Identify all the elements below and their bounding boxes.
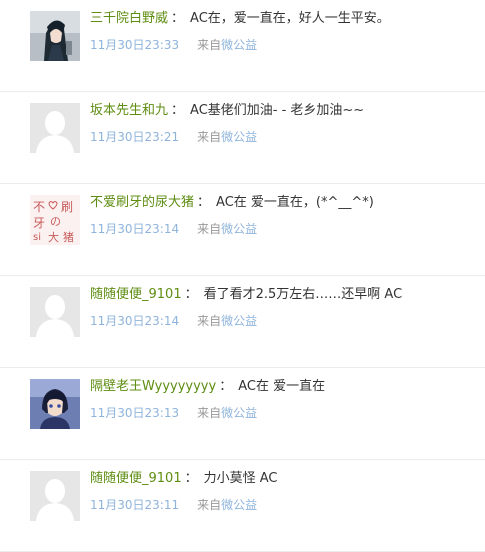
timestamp-link[interactable]: 11月30日23:33 (90, 38, 179, 52)
avatar-glyph: 牙 (33, 216, 45, 230)
comment-text: 看了看才2.5万左右……还早啊 AC (203, 287, 403, 302)
comment-item: 随随便便_9101： 力小莫怪 AC 11月30日23:11 来自微公益 (0, 460, 485, 552)
comment-line: 三千院白野威： AC在，爱一直在，好人一生平安。 (90, 10, 390, 28)
comment-meta: 11月30日23:13 来自微公益 (90, 405, 257, 421)
comment-text: 力小莫怪 AC (203, 471, 278, 486)
avatar[interactable]: 不 刷 牙 の si 大 猪 (30, 195, 80, 245)
comment-line: 不爱刷牙的尿大猪： AC在 爱一直在，(*^__^*) (90, 194, 374, 212)
source-prefix: 来自 (197, 38, 222, 52)
separator: ： (184, 471, 198, 486)
separator: ： (171, 11, 185, 26)
anime-boy-avatar-icon (30, 379, 80, 429)
anime-girl-avatar-icon (30, 11, 80, 61)
comment-item: 不 刷 牙 の si 大 猪 不爱刷牙的尿大猪： AC在 爱一直在，(*^__^*… (0, 184, 485, 276)
source-link[interactable]: 微公益 (221, 130, 257, 144)
comment-line: 随随便便_9101： 看了看才2.5万左右……还早啊 AC (90, 286, 402, 304)
comment-text: AC在 爱一直在 (238, 379, 326, 394)
avatar[interactable] (30, 11, 80, 61)
avatar-glyph: si (33, 232, 41, 243)
source-prefix: 来自 (197, 130, 222, 144)
timestamp-link[interactable]: 11月30日23:13 (90, 406, 179, 420)
comment-text: AC在，爱一直在，好人一生平安。 (190, 11, 390, 26)
avatar[interactable] (30, 471, 80, 521)
username-link[interactable]: 不爱刷牙的尿大猪 (90, 195, 194, 210)
avatar-glyph: 猪 (63, 231, 74, 244)
avatar-glyph: の (50, 215, 61, 228)
username-link[interactable]: 三千院白野威 (90, 11, 168, 26)
comment-line: 随随便便_9101： 力小莫怪 AC (90, 470, 277, 488)
timestamp-link[interactable]: 11月30日23:21 (90, 130, 179, 144)
source-link[interactable]: 微公益 (221, 222, 257, 236)
comment-meta: 11月30日23:14 来自微公益 (90, 313, 257, 329)
username-link[interactable]: 随随便便_9101 (90, 471, 182, 486)
comment-text: AC在 爱一直在，(*^__^*) (216, 195, 374, 210)
avatar-glyph: 不 (33, 200, 45, 214)
source-prefix: 来自 (197, 222, 222, 236)
separator: ： (197, 195, 211, 210)
comment-item: 坂本先生和九： AC基佬们加油- - 老乡加油~~ 11月30日23:21 来自微公… (0, 92, 485, 184)
source-prefix: 来自 (197, 498, 222, 512)
comment-item: 三千院白野威： AC在，爱一直在，好人一生平安。 11月30日23:33 来自微公益 (0, 0, 485, 92)
default-avatar-icon (30, 471, 80, 521)
comment-meta: 11月30日23:14 来自微公益 (90, 221, 257, 237)
comment-text: AC基佬们加油- - 老乡加油~~ (190, 103, 365, 118)
source-link[interactable]: 微公益 (221, 38, 257, 52)
avatar[interactable] (30, 287, 80, 337)
separator: ： (171, 103, 185, 118)
source-link[interactable]: 微公益 (221, 314, 257, 328)
timestamp-link[interactable]: 11月30日23:11 (90, 498, 179, 512)
avatar-glyph: 大 (48, 230, 59, 244)
source-link[interactable]: 微公益 (221, 498, 257, 512)
comment-item: 随随便便_9101： 看了看才2.5万左右……还早啊 AC 11月30日23:14… (0, 276, 485, 368)
avatar[interactable] (30, 379, 80, 429)
default-avatar-icon (30, 287, 80, 337)
timestamp-link[interactable]: 11月30日23:14 (90, 314, 179, 328)
comment-meta: 11月30日23:33 来自微公益 (90, 37, 257, 53)
comment-meta: 11月30日23:21 来自微公益 (90, 129, 257, 145)
separator: ： (184, 287, 198, 302)
avatar[interactable] (30, 103, 80, 153)
avatar-glyph: 刷 (61, 200, 73, 214)
default-avatar-icon (30, 103, 80, 153)
source-prefix: 来自 (197, 314, 222, 328)
timestamp-link[interactable]: 11月30日23:14 (90, 222, 179, 236)
comment-line: 坂本先生和九： AC基佬们加油- - 老乡加油~~ (90, 102, 364, 120)
handwriting-avatar-icon: 不 刷 牙 の si 大 猪 (30, 195, 80, 245)
username-link[interactable]: 坂本先生和九 (90, 103, 168, 118)
comment-line: 隔壁老王Wyyyyyyyy： AC在 爱一直在 (90, 378, 325, 396)
source-prefix: 来自 (197, 406, 222, 420)
comment-item: 隔壁老王Wyyyyyyyy： AC在 爱一直在 11月30日23:13 来自微公益 (0, 368, 485, 460)
source-link[interactable]: 微公益 (221, 406, 257, 420)
comment-meta: 11月30日23:11 来自微公益 (90, 497, 257, 513)
username-link[interactable]: 隔壁老王Wyyyyyyyy (90, 379, 216, 394)
separator: ： (219, 379, 233, 394)
username-link[interactable]: 随随便便_9101 (90, 287, 182, 302)
